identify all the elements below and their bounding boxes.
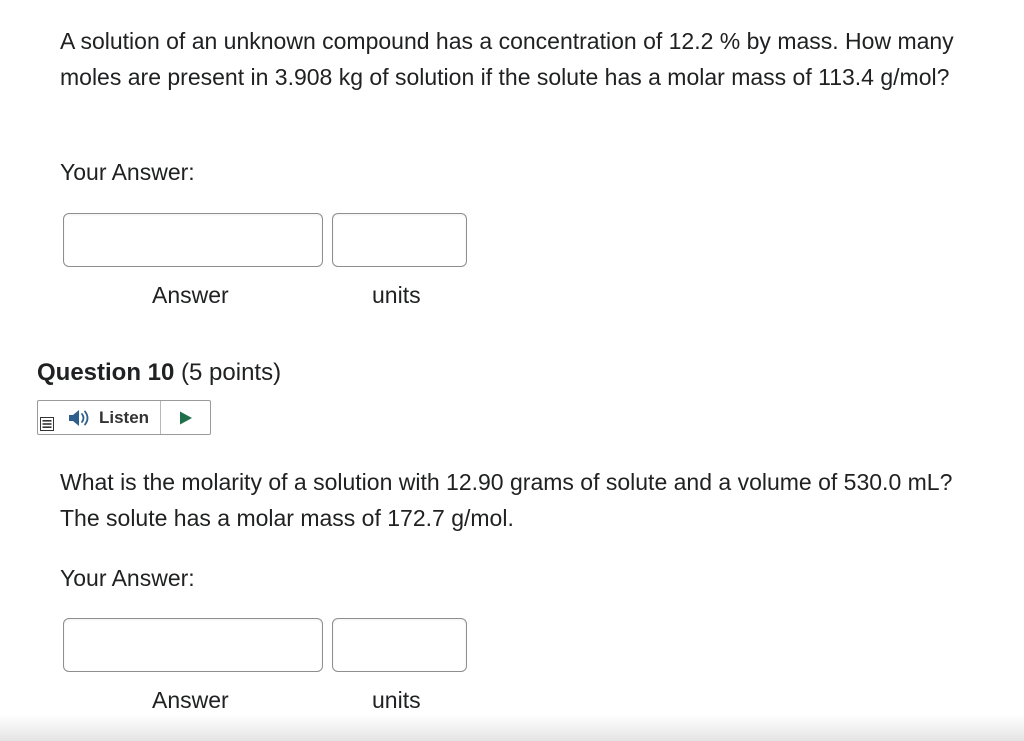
units-field-label: units (372, 282, 421, 308)
your-answer-label: Your Answer: (60, 159, 195, 185)
bottom-fade (0, 715, 1024, 741)
units-input[interactable] (332, 618, 467, 672)
answer-input[interactable] (63, 213, 323, 267)
menu-icon[interactable] (40, 417, 54, 431)
answer-input[interactable] (63, 618, 323, 672)
play-icon[interactable] (179, 411, 193, 425)
listen-button[interactable]: Listen (99, 408, 149, 428)
question-10-header: Question 10 (5 points) (37, 358, 281, 388)
listen-widget: Listen (37, 400, 211, 435)
question-9-text: A solution of an unknown compound has a … (60, 28, 954, 90)
question-points: (5 points) (181, 359, 282, 386)
units-field-label: units (372, 687, 421, 713)
question-10-text: What is the molarity of a solution with … (60, 469, 953, 531)
question-number: Question 10 (37, 359, 175, 386)
units-input[interactable] (332, 213, 467, 267)
speaker-icon[interactable] (68, 409, 92, 427)
listen-divider (160, 401, 161, 434)
answer-field-label: Answer (152, 282, 229, 308)
your-answer-label: Your Answer: (60, 565, 195, 591)
answer-field-label: Answer (152, 687, 229, 713)
